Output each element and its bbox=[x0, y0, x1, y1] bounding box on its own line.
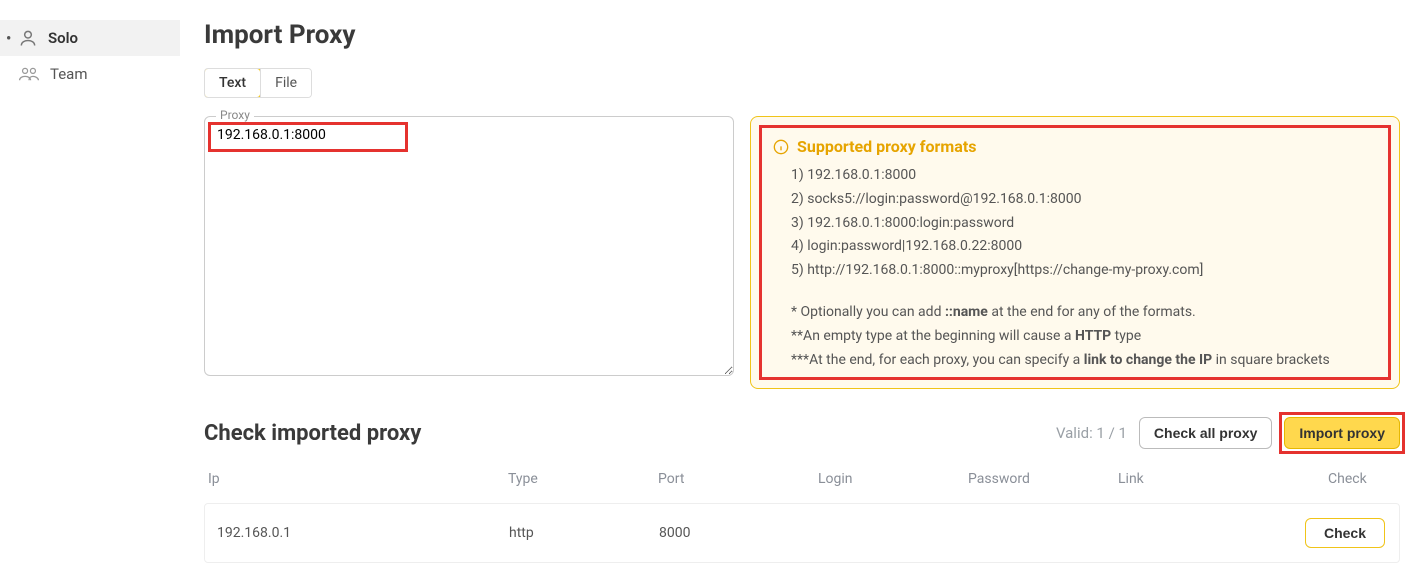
col-type: Type bbox=[508, 471, 658, 487]
sidebar-item-label: Team bbox=[50, 65, 88, 83]
check-header: Check imported proxy Valid: 1 / 1 Check … bbox=[204, 417, 1400, 449]
col-link: Link bbox=[1118, 471, 1268, 487]
proxy-input[interactable] bbox=[204, 116, 734, 376]
format-item: 2) socks5://login:password@192.168.0.1:8… bbox=[791, 188, 1377, 212]
proxy-field-label: Proxy bbox=[216, 108, 254, 122]
input-mode-tabs: Text File bbox=[204, 68, 312, 98]
supported-formats-card: Supported proxy formats 1) 192.168.0.1:8… bbox=[750, 116, 1400, 389]
col-login: Login bbox=[818, 471, 968, 487]
valid-count: Valid: 1 / 1 bbox=[1056, 424, 1127, 442]
check-row-button[interactable]: Check bbox=[1305, 518, 1385, 548]
import-proxy-button[interactable]: Import proxy bbox=[1284, 417, 1400, 449]
format-note: **An empty type at the beginning will ca… bbox=[791, 325, 1377, 349]
main-content: Import Proxy Text File Proxy Sup bbox=[180, 0, 1424, 583]
table-row: 192.168.0.1 http 8000 Check bbox=[204, 503, 1400, 563]
col-password: Password bbox=[968, 471, 1118, 487]
tab-text[interactable]: Text bbox=[204, 68, 261, 98]
info-card-title: Supported proxy formats bbox=[797, 137, 976, 156]
user-icon bbox=[18, 28, 38, 48]
format-note: * Optionally you can add ::name at the e… bbox=[791, 301, 1377, 325]
team-icon bbox=[18, 64, 40, 84]
col-port: Port bbox=[658, 471, 818, 487]
format-notes: * Optionally you can add ::name at the e… bbox=[773, 301, 1377, 372]
format-list: 1) 192.168.0.1:8000 2) socks5://login:pa… bbox=[773, 164, 1377, 283]
format-item: 4) login:password|192.168.0.22:8000 bbox=[791, 235, 1377, 259]
col-check: Check bbox=[1268, 471, 1396, 487]
cell-ip: 192.168.0.1 bbox=[209, 525, 509, 541]
sidebar-item-label: Solo bbox=[48, 29, 78, 47]
format-item: 1) 192.168.0.1:8000 bbox=[791, 164, 1377, 188]
info-icon bbox=[773, 139, 789, 155]
proxy-field-wrapper: Proxy bbox=[204, 116, 734, 389]
sidebar: Solo Team bbox=[0, 0, 180, 583]
cell-port: 8000 bbox=[659, 525, 819, 541]
tab-file[interactable]: File bbox=[260, 69, 311, 97]
page-title: Import Proxy bbox=[204, 20, 1400, 50]
table-header: Ip Type Port Login Password Link Check bbox=[204, 465, 1400, 503]
format-note: ***At the end, for each proxy, you can s… bbox=[791, 349, 1377, 373]
cell-type: http bbox=[509, 525, 659, 541]
sidebar-item-solo[interactable]: Solo bbox=[0, 20, 180, 56]
info-card-title-row: Supported proxy formats bbox=[773, 137, 1377, 156]
proxy-table: Ip Type Port Login Password Link Check 1… bbox=[204, 465, 1400, 563]
col-ip: Ip bbox=[208, 471, 508, 487]
check-all-proxy-button[interactable]: Check all proxy bbox=[1139, 417, 1273, 449]
check-section-title: Check imported proxy bbox=[204, 421, 421, 446]
sidebar-item-team[interactable]: Team bbox=[0, 56, 180, 92]
format-item: 5) http://192.168.0.1:8000::myproxy[http… bbox=[791, 259, 1377, 283]
format-item: 3) 192.168.0.1:8000:login:password bbox=[791, 212, 1377, 236]
